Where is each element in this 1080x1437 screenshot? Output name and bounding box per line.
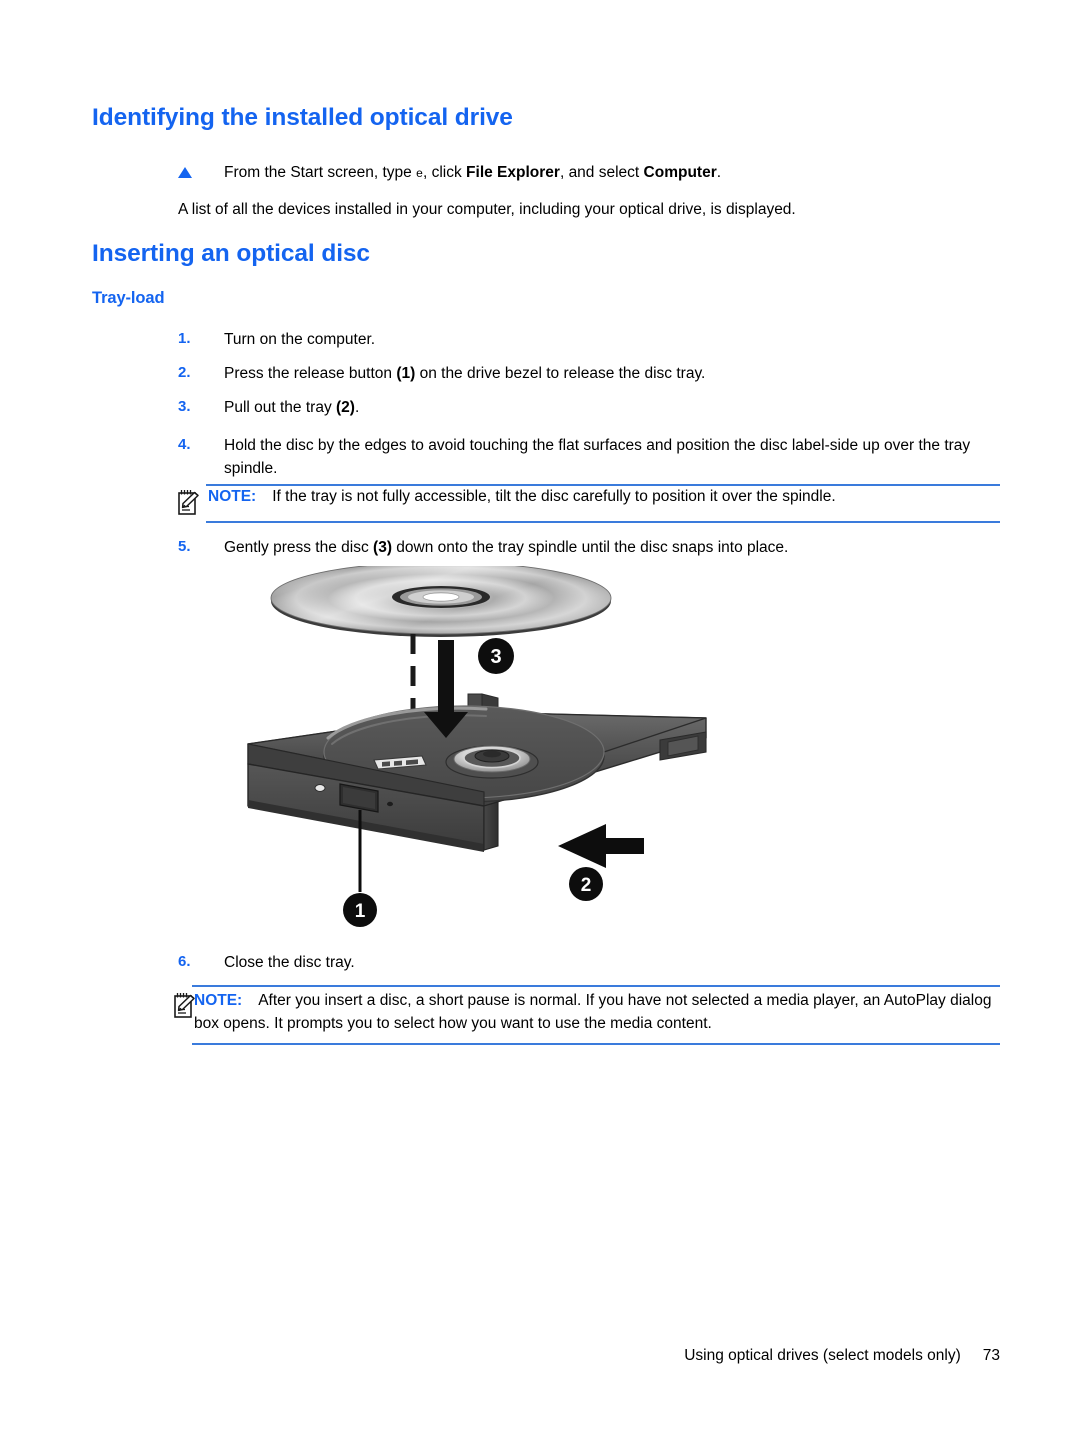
note-bottom-rule [192,1043,1000,1045]
tray-spindle-hub [445,745,539,779]
note-pad-pencil-icon [176,488,202,518]
key-literal-e: e [416,166,423,180]
paragraph-device-list: A list of all the devices installed in y… [178,201,796,218]
bold-computer: Computer [643,164,717,181]
step-text: Hold the disc by the edges to avoid touc… [224,437,971,477]
step-text-post: on the drive bezel to release the disc t… [415,365,706,382]
note-content: NOTE: If the tray is not fully accessible… [208,485,998,508]
note-box-autoplay: NOTE: After you insert a disc, a short pa… [174,985,1000,1051]
bold-file-explorer: File Explorer [466,164,560,181]
step-text: Close the disc tray. [224,954,355,971]
step-text: Turn on the computer. [224,331,376,348]
step-number: 1. [178,330,191,347]
callout-badge-3-label: 3 [490,646,501,668]
list-item-step-2: 2. Press the release button (1) on the d… [178,362,1008,385]
note-text: After you insert a disc, a short pause i… [194,992,992,1032]
list-item-step-6: 6. Close the disc tray. [178,951,1008,974]
step-text: Pull out the tray (2). [224,396,359,419]
step-number: 6. [178,953,191,970]
bullet-text-before: From the Start screen, type [224,164,417,181]
pull-out-tray-arrow-icon [558,824,644,868]
step-text-post: down onto the tray spindle until the dis… [392,539,789,556]
step-number: 2. [178,364,191,381]
callout-2-group: 2 [558,824,644,901]
step-text-pre: Gently press the disc [224,539,374,556]
page-footer: Using optical drives (select models only… [0,1347,1000,1365]
list-item-step-4: 4. Hold the disc by the edges to avoid t… [178,434,1006,480]
note-content: NOTE: After you insert a disc, a short pa… [194,989,1000,1035]
step-text-post: . [354,399,360,416]
callout-badge-1-label: 1 [355,901,366,922]
step-number: 3. [178,398,191,415]
optical-disc-graphic [270,566,612,637]
page-title-inserting-optical-disc: Inserting an optical disc [92,240,370,267]
bullet-item-label: From the Start screen, type e, click Fil… [224,162,721,184]
bullet-text-end: . [716,164,722,181]
list-item-step-5: 5. Gently press the disc (3) down onto t… [178,536,1008,559]
drive-activity-led [314,784,326,792]
callout-badge-2-label: 2 [581,875,592,896]
note-label: NOTE: [194,992,243,1009]
callout-reference-3: (3) [373,539,392,556]
step-text: Press the release button (1) on the driv… [224,362,705,385]
page-title-identifying-optical-drive: Identifying the installed optical drive [92,104,513,131]
step-text-pre: Press the release button [224,365,397,382]
triangle-bullet-icon [178,167,192,178]
bullet-text-mid: , click [422,164,467,181]
subheading-tray-load: Tray-load [92,289,165,307]
step-number: 4. [178,436,191,453]
step-text-pre: Pull out the tray [224,399,337,416]
callout-reference-1: (1) [396,365,416,382]
document-page: Identifying the installed optical drive … [0,0,1080,1437]
step-number: 5. [178,538,191,555]
note-bottom-rule [206,521,1000,523]
note-top-rule [192,985,1000,987]
optical-drive-tray-graphic [247,693,707,852]
optical-drive-tray-illustration: 3 2 1 [236,566,776,946]
note-label: NOTE: [208,488,257,505]
bullet-text-mid-2: , and select [559,164,644,181]
bullet-item-start-screen: From the Start screen, type e, click Fil… [178,162,1018,184]
footer-page-number: 73 [982,1347,1000,1364]
footer-section-title: Using optical drives (select models only… [684,1347,961,1364]
note-box-tray-accessible: NOTE: If the tray is not fully accessible… [176,484,1000,528]
list-item-step-3: 3. Pull out the tray (2). [178,396,1008,419]
list-item-step-1: 1. Turn on the computer. [178,328,1008,351]
note-text: If the tray is not fully accessible, til… [272,488,836,505]
step-text: Gently press the disc (3) down onto the … [224,536,788,559]
callout-reference-2: (2) [336,399,355,416]
